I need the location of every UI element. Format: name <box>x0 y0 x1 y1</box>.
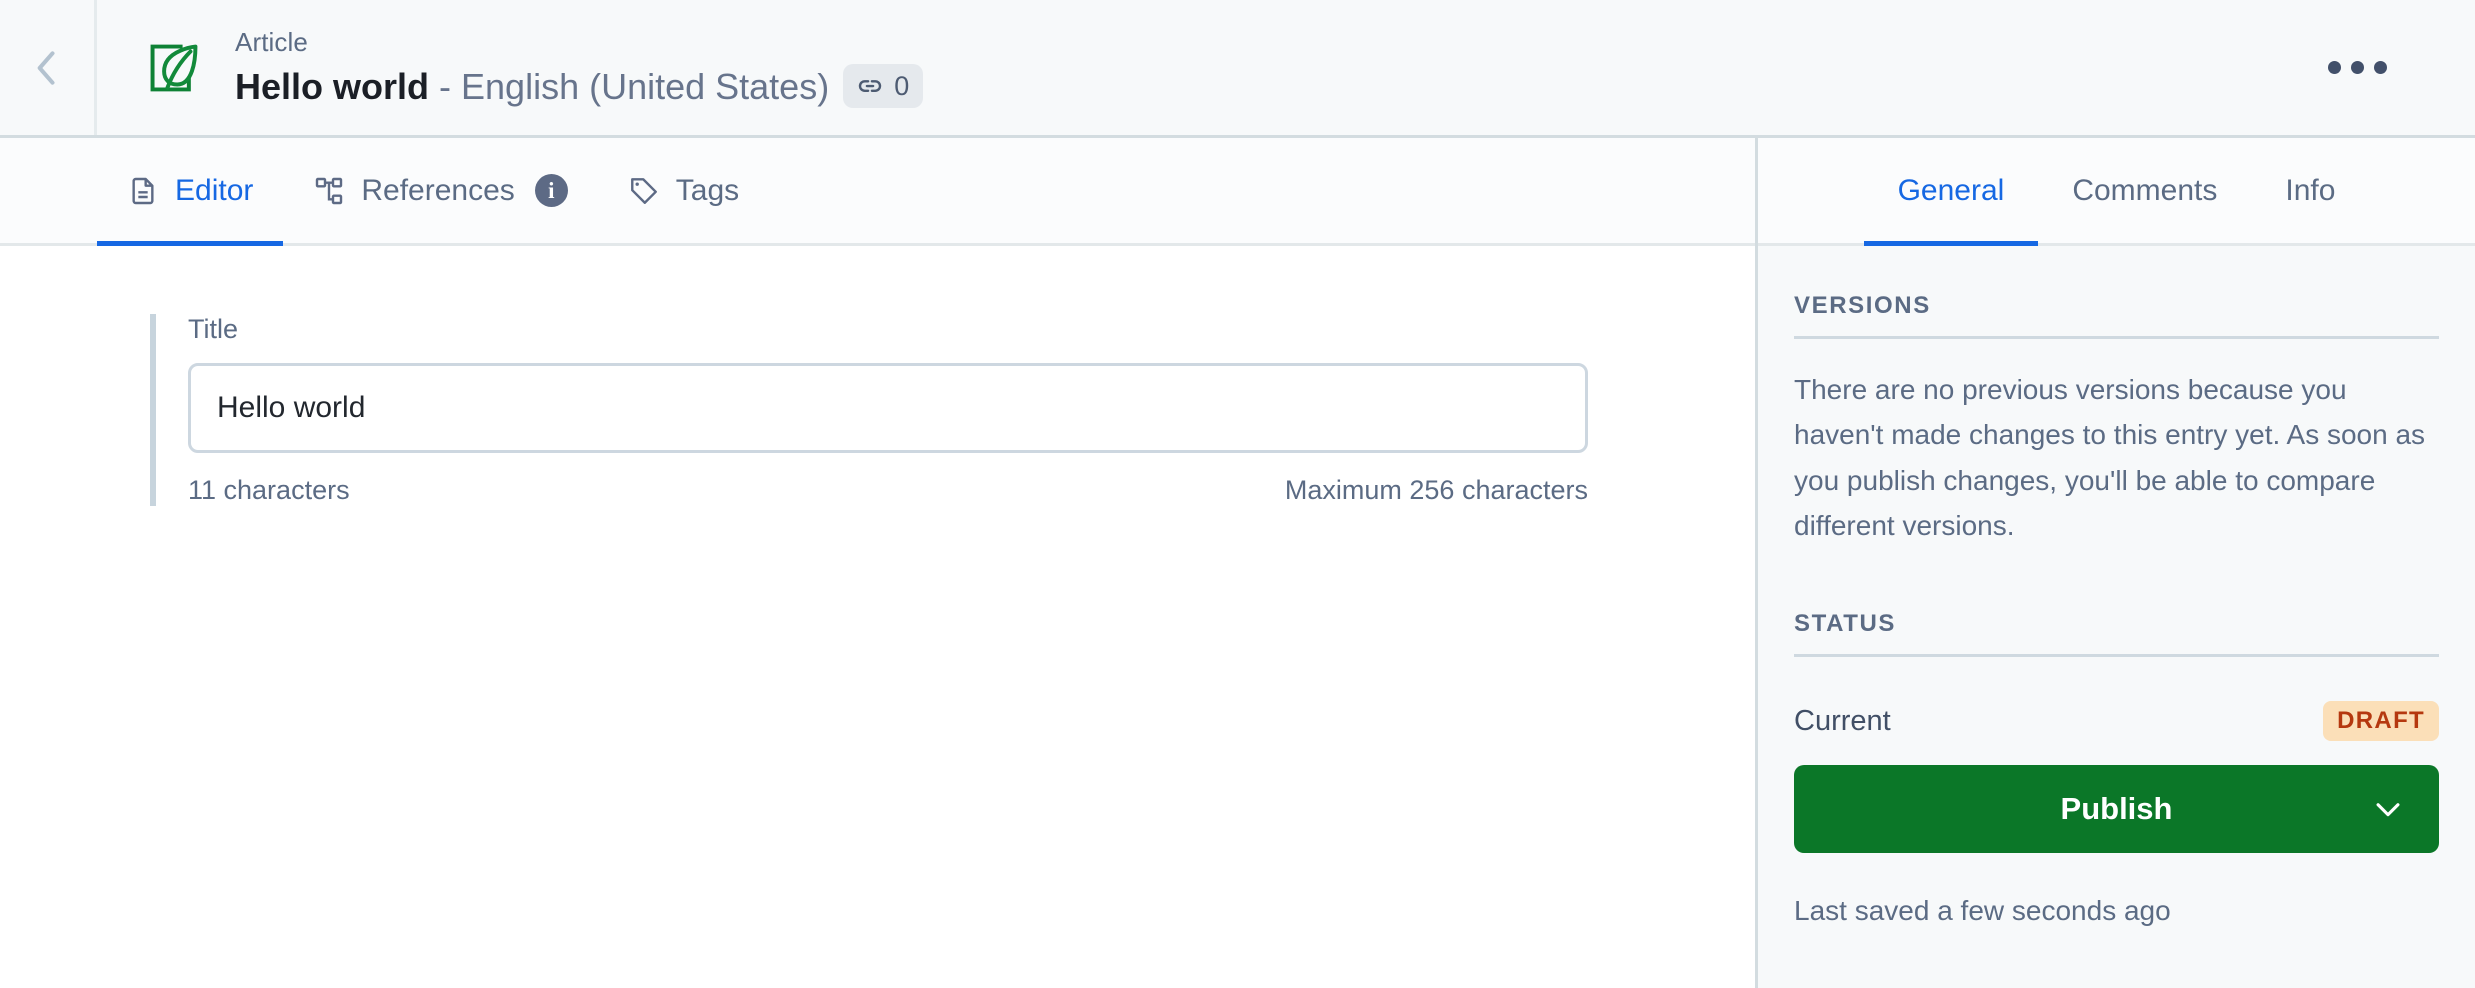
editor-canvas: Title 11 characters Maximum 256 characte… <box>0 246 1755 988</box>
editor-column: Editor References i Tags Title Hello wor… <box>0 138 1755 988</box>
dot-1 <box>2328 61 2341 74</box>
last-saved-text: Last saved a few seconds ago <box>1794 895 2171 927</box>
app-body: Editor References i Tags Title Hello wor… <box>0 138 2475 988</box>
sitemap-icon <box>313 175 345 207</box>
publish-button[interactable]: Publish <box>1794 765 2439 854</box>
publish-button-label: Publish <box>2060 791 2173 827</box>
page-title: Hello world - English (United States) <box>235 64 829 109</box>
tab-tags[interactable]: Tags <box>598 138 769 243</box>
link-count-value: 0 <box>894 70 910 101</box>
title-field-block: Title 11 characters Maximum 256 characte… <box>150 314 1600 506</box>
panel-tab-comments[interactable]: Comments <box>2038 138 2251 243</box>
document-icon <box>127 175 159 207</box>
article-leaf-icon <box>139 33 209 103</box>
title-field-meta: 11 characters Maximum 256 characters <box>188 475 1588 506</box>
panel-tab-info[interactable]: Info <box>2251 138 2369 243</box>
versions-empty-message: There are no previous versions because y… <box>1794 374 2426 542</box>
tab-references[interactable]: References i <box>283 138 597 243</box>
editor-tabbar: Editor References i Tags <box>0 138 1755 246</box>
title-field-label: Title <box>188 314 239 344</box>
chevron-down-icon[interactable] <box>2371 792 2405 826</box>
character-maximum: Maximum 256 characters <box>1284 475 1588 505</box>
header-actions <box>2318 0 2475 135</box>
sidebar-panel: General Comments Info VERSIONS There are… <box>1755 138 2475 988</box>
link-chain-icon <box>855 71 885 101</box>
dot-2 <box>2351 61 2364 74</box>
content-type-label: Article <box>235 27 308 58</box>
back-button[interactable] <box>0 0 97 135</box>
tab-editor-label: Editor <box>175 173 254 207</box>
status-section-heading: STATUS <box>1794 564 2439 658</box>
entry-editor-app: Article Hello world - English (United St… <box>0 0 2475 988</box>
tab-editor[interactable]: Editor <box>97 138 284 246</box>
status-current-label: Current <box>1794 704 1891 737</box>
entry-title-separator: - <box>429 65 462 107</box>
versions-section-heading: VERSIONS <box>1794 246 2439 339</box>
header-identity: Article Hello world - English (United St… <box>97 0 2318 135</box>
entry-title-row: Hello world - English (United States) 0 <box>235 64 924 109</box>
status-current-row: Current DRAFT <box>1794 657 2439 742</box>
status-badge: DRAFT <box>2323 701 2439 742</box>
entry-locale-text: English (United States) <box>461 65 830 107</box>
tag-icon <box>628 175 660 207</box>
panel-tab-general[interactable]: General <box>1863 138 2039 246</box>
tab-references-label: References <box>361 173 515 207</box>
character-count: 11 characters <box>188 475 350 505</box>
chevron-left-icon <box>25 46 69 90</box>
link-count-badge[interactable]: 0 <box>843 64 924 109</box>
panel-tabbar: General Comments Info <box>1758 138 2475 246</box>
header-text-group: Article Hello world - English (United St… <box>235 26 924 109</box>
app-header: Article Hello world - English (United St… <box>0 0 2475 138</box>
entry-title-text: Hello world <box>235 65 430 107</box>
tab-tags-label: Tags <box>675 173 740 207</box>
more-horizontal-icon[interactable] <box>2318 47 2397 88</box>
info-circle-icon[interactable]: i <box>534 174 568 207</box>
title-input[interactable] <box>188 363 1588 453</box>
dot-3 <box>2374 61 2387 74</box>
panel-content: VERSIONS There are no previous versions … <box>1758 246 2475 988</box>
